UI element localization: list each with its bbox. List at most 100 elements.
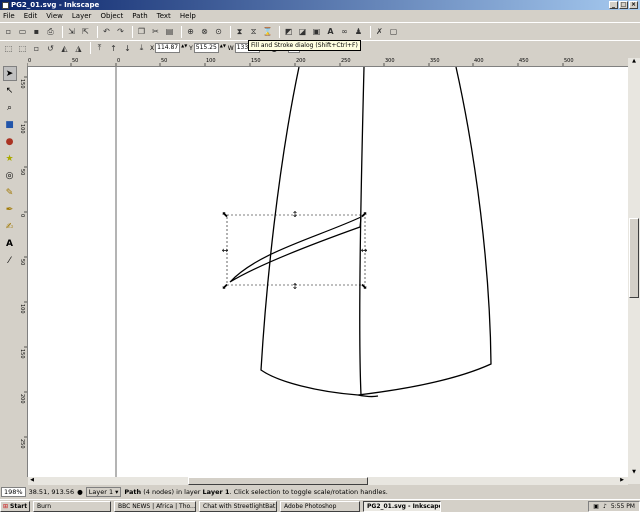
print-icon[interactable]: ⎙ bbox=[45, 26, 56, 37]
vertical-scrollbar[interactable]: ▲ ▼ bbox=[628, 58, 640, 484]
zoom-selection-icon[interactable]: ⊕ bbox=[185, 26, 196, 37]
deselect-icon[interactable]: ▫ bbox=[31, 43, 42, 54]
cut-icon[interactable]: ✂ bbox=[150, 26, 161, 37]
calligraphy-icon[interactable]: ✍ bbox=[3, 219, 17, 234]
node-icon[interactable]: ↖ bbox=[3, 83, 17, 98]
drawing-canvas[interactable]: ⬉ ↕ ⬈ ↔ ↔ ⬋ ↕ ⬊ bbox=[28, 67, 628, 477]
svg-text:↔: ↔ bbox=[222, 246, 229, 255]
menu-view[interactable]: View bbox=[46, 12, 63, 20]
svg-text:↕: ↕ bbox=[292, 210, 299, 219]
x-spin-icon[interactable]: ▲▼ bbox=[181, 43, 187, 53]
menu-object[interactable]: Object bbox=[100, 12, 123, 20]
fill-stroke-icon[interactable]: ▣ bbox=[311, 26, 322, 37]
rotate-ccw-icon[interactable]: ↺ bbox=[45, 43, 56, 54]
unlink-icon[interactable]: ⌛ bbox=[262, 26, 273, 37]
hruler-label: 0 bbox=[117, 58, 121, 64]
tray-network-icon[interactable]: ▣ bbox=[593, 502, 599, 511]
xml-editor-icon[interactable]: ∞ bbox=[339, 26, 350, 37]
vertical-ruler: 150 100 50 0 50 100 150 200 250 bbox=[19, 67, 28, 477]
align-icon[interactable]: ♟ bbox=[353, 26, 364, 37]
spiral-icon[interactable]: ◎ bbox=[3, 168, 17, 183]
flip-vertical-icon[interactable]: ◮ bbox=[73, 43, 84, 54]
horizontal-ruler: 0 50 0 50 100 150 200 250 300 350 400 45… bbox=[27, 58, 632, 67]
y-spin-icon[interactable]: ▲▼ bbox=[220, 43, 226, 53]
save-icon[interactable]: ▪ bbox=[31, 26, 42, 37]
taskbar-item[interactable]: Adobe Photoshop bbox=[280, 500, 360, 512]
menu-text[interactable]: Text bbox=[157, 12, 171, 20]
zoom-icon[interactable]: ⌕ bbox=[3, 100, 17, 115]
shape-left-outline[interactable] bbox=[260, 67, 359, 396]
menu-file[interactable]: File bbox=[3, 12, 15, 20]
taskbar-item[interactable]: Burn bbox=[33, 500, 111, 512]
select-all-layers-icon[interactable]: ⬚ bbox=[17, 43, 28, 54]
layer-visibility-icon[interactable]: ● bbox=[77, 488, 83, 496]
scale-handles[interactable]: ⬉ ↕ ⬈ ↔ ↔ ⬋ ↕ ⬊ bbox=[222, 210, 368, 291]
layer-selector[interactable]: Layer 1 ▾ bbox=[85, 487, 122, 497]
copy-icon[interactable]: ❐ bbox=[136, 26, 147, 37]
text-icon[interactable]: A bbox=[3, 236, 17, 251]
commands-toolbar: ▫ ▭ ▪ ⎙ ⇲ ⇱ ↶ ↷ ❐ ✂ ▤ ⊕ ⊗ ⊙ ⧗ ⧖ ⌛ ◩ ◪ ▣ … bbox=[0, 22, 640, 40]
scroll-right-icon[interactable]: ▶ bbox=[618, 477, 626, 484]
zoom-drawing-icon[interactable]: ⊗ bbox=[199, 26, 210, 37]
scroll-down-icon[interactable]: ▼ bbox=[630, 469, 638, 476]
raise-icon[interactable]: ↑ bbox=[108, 43, 119, 54]
lower-icon[interactable]: ↓ bbox=[122, 43, 133, 54]
pencil-icon[interactable]: ✎ bbox=[3, 185, 17, 200]
title-bar: PG2_01.svg - Inkscape _ □ × bbox=[0, 0, 640, 10]
hruler-label: 200 bbox=[296, 58, 306, 64]
horizontal-scroll-thumb[interactable] bbox=[188, 477, 368, 485]
rectangle-icon[interactable]: ■ bbox=[3, 117, 17, 132]
duplicate-icon[interactable]: ⧗ bbox=[234, 26, 245, 37]
menu-layer[interactable]: Layer bbox=[72, 12, 92, 20]
menu-edit[interactable]: Edit bbox=[24, 12, 38, 20]
zoom-field[interactable]: 198% bbox=[1, 487, 26, 497]
undo-icon[interactable]: ↶ bbox=[101, 26, 112, 37]
raise-to-top-icon[interactable]: ⤒ bbox=[94, 43, 105, 54]
zoom-page-icon[interactable]: ⊙ bbox=[213, 26, 224, 37]
maximize-button[interactable]: □ bbox=[619, 1, 628, 9]
close-button[interactable]: × bbox=[629, 1, 638, 9]
selected-path[interactable] bbox=[229, 216, 362, 283]
taskbar-item-active[interactable]: PG2_01.svg - Inkscape bbox=[363, 500, 441, 512]
flip-horizontal-icon[interactable]: ◭ bbox=[59, 43, 70, 54]
star-icon[interactable]: ★ bbox=[3, 151, 17, 166]
group-icon[interactable]: ◩ bbox=[283, 26, 294, 37]
selector-icon[interactable]: ➤ bbox=[2, 66, 17, 81]
minimize-button[interactable]: _ bbox=[609, 1, 618, 9]
taskbar-item[interactable]: Chat with StreetlightBat... bbox=[199, 500, 277, 512]
y-field[interactable]: 515.25 bbox=[193, 43, 219, 53]
document-properties-icon[interactable]: ▢ bbox=[388, 26, 399, 37]
menu-path[interactable]: Path bbox=[132, 12, 147, 20]
scroll-left-icon[interactable]: ◀ bbox=[28, 477, 36, 484]
vruler-label: 50 bbox=[19, 259, 25, 266]
clone-icon[interactable]: ⧖ bbox=[248, 26, 259, 37]
shape-right-outline[interactable] bbox=[357, 67, 492, 398]
tray-volume-icon[interactable]: ♪ bbox=[603, 502, 607, 511]
vruler-label: 100 bbox=[19, 304, 25, 314]
x-field[interactable]: 114.87 bbox=[155, 43, 181, 53]
dropper-icon[interactable]: ⁄ bbox=[3, 253, 17, 268]
vertical-scroll-thumb[interactable] bbox=[629, 218, 639, 298]
ungroup-icon[interactable]: ◪ bbox=[297, 26, 308, 37]
redo-icon[interactable]: ↷ bbox=[115, 26, 126, 37]
toolbar-separator bbox=[230, 25, 231, 38]
scroll-up-icon[interactable]: ▲ bbox=[630, 58, 638, 65]
select-all-icon[interactable]: ⬚ bbox=[3, 43, 14, 54]
paste-icon[interactable]: ▤ bbox=[164, 26, 175, 37]
new-icon[interactable]: ▫ bbox=[3, 26, 14, 37]
export-icon[interactable]: ⇱ bbox=[80, 26, 91, 37]
preferences-icon[interactable]: ✗ bbox=[374, 26, 385, 37]
shape-middle-line[interactable] bbox=[359, 67, 365, 396]
lower-to-bottom-icon[interactable]: ⤓ bbox=[136, 43, 147, 54]
menu-help[interactable]: Help bbox=[180, 12, 196, 20]
vruler-label: 50 bbox=[19, 169, 25, 176]
pen-icon[interactable]: ✒ bbox=[3, 202, 17, 217]
open-icon[interactable]: ▭ bbox=[17, 26, 28, 37]
start-button[interactable]: ⊞ Start bbox=[0, 500, 30, 512]
vruler-label: 200 bbox=[19, 394, 25, 404]
import-icon[interactable]: ⇲ bbox=[66, 26, 77, 37]
ellipse-icon[interactable]: ● bbox=[3, 134, 17, 149]
text-font-icon[interactable]: A bbox=[325, 26, 336, 37]
horizontal-scrollbar[interactable]: ◀ ▶ bbox=[28, 477, 628, 485]
taskbar-item[interactable]: BBC NEWS | Africa | Tho... bbox=[114, 500, 196, 512]
